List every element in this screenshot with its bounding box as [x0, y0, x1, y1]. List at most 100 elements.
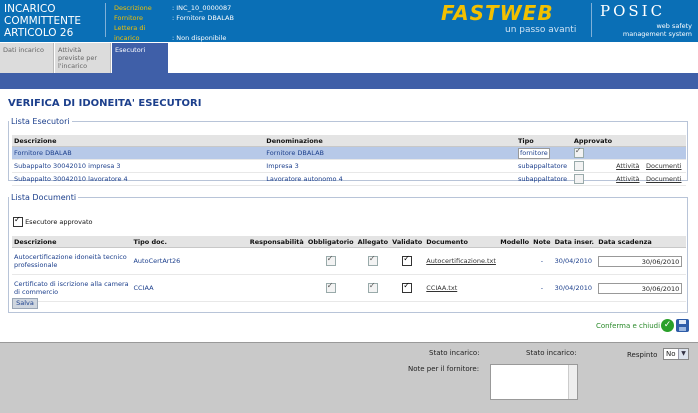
- row-documenti: [644, 146, 686, 160]
- esecutore-approvato-row: Esecutore approvato: [13, 215, 93, 227]
- validato-checkbox[interactable]: [402, 254, 413, 266]
- row-denominazione: Lavoratore autonomo 4: [264, 172, 516, 186]
- salva-button[interactable]: Salva: [12, 298, 38, 309]
- doc-allegato: [355, 247, 391, 275]
- documenti-link[interactable]: Documenti: [646, 175, 681, 183]
- info-value: : Fornitore DBALAB: [172, 14, 234, 22]
- respinto-label: Respinto: [627, 351, 658, 359]
- doc-tipo: AutoCertArt26: [131, 247, 248, 275]
- doc-data-scadenza: 30/06/2010: [596, 247, 686, 275]
- title-line: ARTICOLO 26: [4, 27, 74, 39]
- doc-documento: CCIAA.txt: [424, 274, 499, 302]
- incarico-title: INCARICO COMMITTENTE ARTICOLO 26: [4, 3, 100, 39]
- row-descrizione[interactable]: Subappalto 30042010 lavoratore 4: [12, 172, 265, 186]
- esecutori-fieldset: Lista Esecutori Descrizione Denominazion…: [8, 117, 688, 186]
- doc-modello: [498, 247, 532, 275]
- tab-dati-incarico[interactable]: Dati incarico: [0, 43, 54, 73]
- doc-validato: [390, 274, 425, 302]
- col-documenti: [644, 135, 686, 147]
- tab-esecutori[interactable]: Esecutori: [112, 43, 168, 73]
- stato-incarico-label: Stato incarico:: [429, 349, 480, 357]
- info-label: Lettera di incarico: [114, 24, 146, 42]
- page-title: VERIFICA DI IDONEITA' ESECUTORI: [8, 98, 202, 109]
- info-row-fornitore: Fornitore : Fornitore DBALAB: [114, 13, 234, 23]
- row-approvato: [571, 159, 615, 173]
- data-scadenza-input[interactable]: 30/06/2010: [598, 255, 683, 267]
- allegato-checkbox: [367, 254, 378, 266]
- tab-attivita[interactable]: Attività previste per l'incarico: [55, 43, 111, 73]
- info-label: Descrizione: [114, 4, 152, 12]
- esecutore-approvato-label: Esecutore approvato: [25, 218, 93, 226]
- documenti-link[interactable]: Documenti: [646, 162, 681, 170]
- check-icon[interactable]: ✓: [661, 319, 674, 332]
- attivita-link[interactable]: Attività: [616, 175, 639, 183]
- posic-sub-line: web safety: [656, 22, 692, 30]
- posic-logo: POSIC: [600, 2, 666, 20]
- attivita-link[interactable]: Attività: [616, 162, 639, 170]
- col-responsabilita: Responsabilità: [247, 236, 306, 248]
- stato-incarico-label-2: Stato incarico:: [526, 349, 577, 357]
- posic-subtitle: web safety management system: [620, 22, 692, 38]
- info-label: Fornitore: [114, 14, 144, 22]
- info-value: : INC_10_0000087: [172, 4, 232, 12]
- row-descrizione[interactable]: Fornitore DBALAB: [12, 146, 265, 160]
- documenti-fieldset: Lista Documenti Esecutore approvato Desc…: [8, 193, 688, 313]
- textarea-scrollbar[interactable]: [568, 365, 577, 399]
- row-tipo: fornitore: [515, 146, 572, 160]
- approvato-checkbox[interactable]: [573, 174, 584, 184]
- doc-documento: Autocertificazione.txt: [424, 247, 499, 275]
- table-row[interactable]: Subappalto 30042010 impresa 3 Impresa 3 …: [12, 159, 686, 173]
- tab-label: Dati incarico: [3, 46, 44, 54]
- respinto-select[interactable]: No ▼: [663, 348, 689, 360]
- col-descrizione: Descrizione: [12, 135, 265, 147]
- document-link[interactable]: Autocertificazione.txt: [426, 257, 496, 265]
- doc-data-inser: 30/04/2010: [552, 247, 597, 275]
- info-row-descrizione: Descrizione : INC_10_0000087: [114, 3, 234, 13]
- col-documento: Documento: [424, 236, 499, 248]
- table-row[interactable]: Fornitore DBALAB Fornitore DBALAB fornit…: [12, 146, 686, 160]
- posic-sub-line: management system: [622, 30, 692, 38]
- approvato-checkbox[interactable]: [573, 146, 584, 158]
- doc-obbligatorio: [305, 274, 356, 302]
- doc-validato: [390, 247, 425, 275]
- esecutore-approvato-checkbox[interactable]: [13, 215, 23, 227]
- document-link[interactable]: CCIAA.txt: [426, 284, 457, 292]
- tipo-field: fornitore: [517, 147, 550, 159]
- doc-data-scadenza: 30/06/2010: [596, 274, 686, 302]
- row-approvato: [571, 146, 615, 160]
- data-scadenza-input[interactable]: 30/06/2010: [598, 282, 683, 294]
- col-data-inser: Data inser.: [552, 236, 597, 248]
- table-row[interactable]: Subappalto 30042010 lavoratore 4 Lavorat…: [12, 172, 686, 186]
- fastweb-tagline: un passo avanti: [505, 25, 577, 35]
- row-attivita: [614, 146, 645, 160]
- doc-descrizione[interactable]: Autocertificazione idoneità tecnico prof…: [12, 247, 132, 275]
- conferma-chiudi-link[interactable]: Conferma e chiudi: [596, 322, 660, 330]
- note-fornitore-textarea[interactable]: [490, 364, 578, 400]
- col-approvato: Approvato: [571, 135, 615, 147]
- doc-responsabilita: [247, 274, 306, 302]
- doc-tipo: CCIAA: [131, 274, 248, 302]
- esecutori-table: Descrizione Denominazione Tipo Approvato…: [12, 135, 686, 186]
- col-denominazione: Denominazione: [264, 135, 516, 147]
- save-icon[interactable]: [676, 319, 689, 332]
- obbligatorio-checkbox: [325, 254, 336, 266]
- header-divider: [591, 3, 592, 37]
- footer-panel: [0, 342, 698, 413]
- row-denominazione: Impresa 3: [264, 159, 516, 173]
- info-value: : Non disponibile: [172, 34, 227, 42]
- info-row-lettera: Lettera di incarico : Non disponibile: [114, 23, 234, 43]
- validato-checkbox[interactable]: [402, 281, 413, 293]
- row-descrizione[interactable]: Subappalto 30042010 impresa 3: [12, 159, 265, 173]
- doc-allegato: [355, 274, 391, 302]
- row-documenti: Documenti: [644, 172, 686, 186]
- row-attivita: Attività: [614, 159, 645, 173]
- col-attivita: [614, 135, 645, 147]
- row-approvato: [571, 172, 615, 186]
- doc-note: -: [531, 247, 553, 275]
- col-tipo-doc: Tipo doc.: [131, 236, 248, 248]
- table-row: Autocertificazione idoneità tecnico prof…: [12, 247, 686, 275]
- respinto-value: No: [666, 350, 676, 358]
- tab-label: Esecutori: [115, 46, 146, 54]
- approvato-checkbox[interactable]: [573, 161, 584, 171]
- doc-modello: [498, 274, 532, 302]
